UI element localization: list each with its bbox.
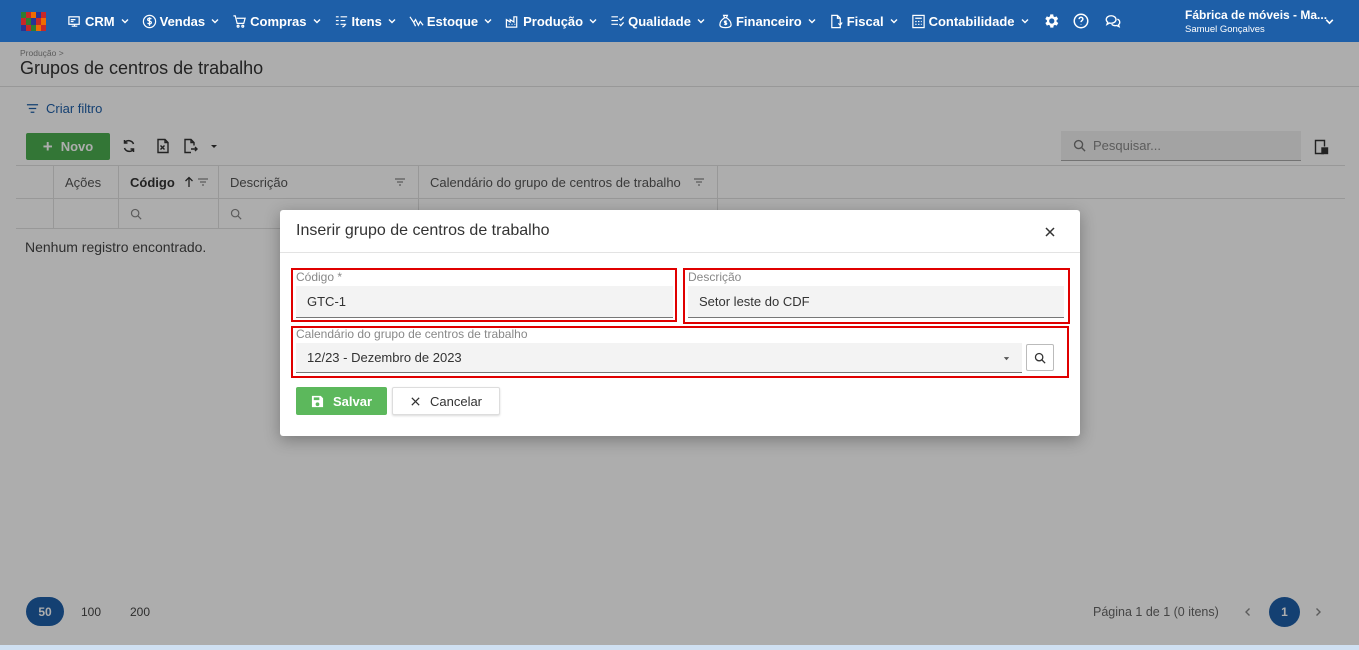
- app-logo[interactable]: [21, 12, 46, 31]
- dollar-icon: [142, 14, 156, 28]
- menu-label: CRM: [85, 13, 115, 29]
- main-menu: CRM Vendas Compras Itens Estoque Produçã…: [67, 0, 1124, 42]
- cancel-button[interactable]: Cancelar: [392, 387, 500, 415]
- menu-estoque[interactable]: Estoque: [409, 14, 493, 29]
- menu-qualidade[interactable]: Qualidade: [610, 14, 706, 29]
- highlight-box-codigo: [291, 268, 677, 322]
- menu-label: Produção: [523, 13, 584, 29]
- user-name: Samuel Gonçalves: [1185, 24, 1265, 35]
- menu-label: Fiscal: [846, 13, 884, 29]
- chevron-down-icon: [890, 19, 898, 24]
- menu-label: Itens: [351, 13, 382, 29]
- chevron-down-icon: [1325, 19, 1334, 25]
- floppy-disk-icon: [311, 395, 324, 407]
- stock-icon: [409, 15, 424, 27]
- cart-icon: [233, 14, 247, 28]
- fiscal-doc-icon: [830, 14, 843, 28]
- company-name: Fábrica de móveis - Ma...: [1185, 8, 1328, 22]
- quality-icon: [611, 15, 625, 27]
- menu-itens[interactable]: Itens: [334, 14, 397, 29]
- highlight-box-descricao: [683, 268, 1070, 324]
- cancel-button-label: Cancelar: [429, 393, 483, 409]
- close-icon: [411, 396, 420, 406]
- chevron-down-icon: [484, 19, 492, 24]
- menu-label: Estoque: [426, 13, 479, 29]
- factory-icon: [505, 15, 518, 28]
- company-selector[interactable]: Fábrica de móveis - Ma... Samuel Gonçalv…: [1185, 8, 1335, 35]
- gear-icon: [1044, 14, 1058, 28]
- chevron-down-icon: [313, 19, 320, 24]
- bottom-strip: [0, 645, 1359, 650]
- menu-contabilidade[interactable]: Contabilidade: [911, 14, 1030, 29]
- insert-dialog: Inserir grupo de centros de trabalho Cód…: [280, 210, 1080, 436]
- chevron-down-icon: [589, 19, 597, 24]
- top-navigation-bar: CRM Vendas Compras Itens Estoque Produçã…: [0, 0, 1359, 42]
- chevron-down-icon: [697, 19, 705, 24]
- menu-vendas[interactable]: Vendas: [142, 14, 221, 29]
- chat-button[interactable]: [1102, 12, 1124, 30]
- chat-icon: [1105, 15, 1120, 28]
- menu-label: Vendas: [159, 13, 206, 29]
- menu-compras[interactable]: Compras: [232, 14, 321, 29]
- crm-icon: [68, 15, 80, 27]
- dialog-title: Inserir grupo de centros de trabalho: [296, 222, 550, 239]
- save-button[interactable]: Salvar: [296, 387, 387, 415]
- chevron-down-icon: [1021, 19, 1029, 24]
- chevron-down-icon: [808, 19, 816, 24]
- menu-label: Financeiro: [735, 13, 802, 29]
- dialog-divider: [280, 252, 1080, 253]
- chevron-down-icon: [121, 19, 129, 24]
- chevron-down-icon: [211, 19, 219, 24]
- settings-button[interactable]: [1042, 12, 1060, 30]
- calculator-icon: [911, 14, 925, 28]
- menu-crm[interactable]: CRM: [67, 14, 130, 29]
- menu-label: Contabilidade: [928, 13, 1015, 29]
- menu-label: Compras: [250, 13, 307, 29]
- menu-label: Qualidade: [628, 13, 691, 29]
- help-icon: [1073, 13, 1089, 29]
- help-button[interactable]: [1072, 12, 1090, 30]
- close-icon[interactable]: [1043, 225, 1057, 239]
- items-icon: [335, 15, 347, 28]
- chevron-down-icon: [388, 19, 396, 24]
- save-button-label: Salvar: [332, 393, 373, 409]
- money-bag-icon: [719, 14, 732, 28]
- menu-financeiro[interactable]: Financeiro: [718, 14, 817, 29]
- highlight-box-calendario: [291, 326, 1069, 378]
- menu-fiscal[interactable]: Fiscal: [829, 14, 899, 29]
- menu-producao[interactable]: Produção: [505, 14, 598, 29]
